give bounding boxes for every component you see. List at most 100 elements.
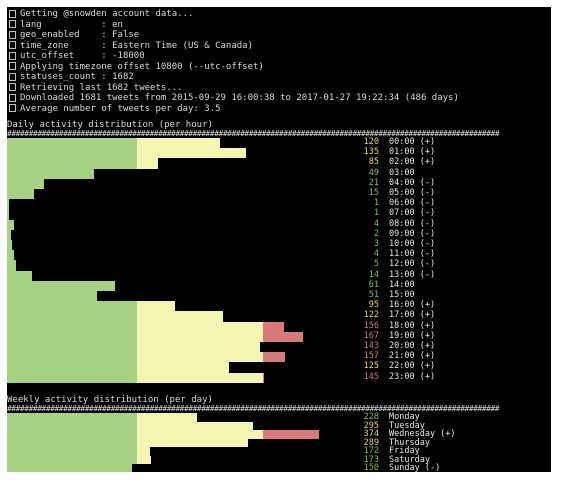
- deviation-marker: (-): [414, 188, 436, 198]
- header-line: Average number of tweets per day: 3.5: [7, 104, 220, 114]
- hour-label: 22:00: [389, 361, 415, 372]
- hourly-bar-yellow: [137, 352, 263, 363]
- hourly-count: 167: [363, 330, 379, 341]
- hourly-bar-row: [7, 250, 551, 261]
- hourly-bar-red: [263, 321, 284, 332]
- header-text: utc_offset : -18000: [20, 51, 145, 61]
- deviation-marker: (+): [414, 371, 436, 382]
- deviation-marker: (+): [414, 147, 436, 158]
- hourly-count: 125: [363, 361, 379, 372]
- hourly-bar-row: [7, 209, 551, 220]
- deviation-marker: (-): [419, 463, 441, 473]
- hourly-row-label: 95 16:00 (+): [347, 301, 435, 310]
- hourly-bar-green: [7, 342, 137, 353]
- hourly-count: 5: [373, 259, 379, 270]
- hourly-bar-red: [263, 372, 264, 383]
- hourly-bar-row: [7, 148, 551, 159]
- hourly-bar-green: [7, 291, 97, 302]
- hour-label: 14:00: [389, 279, 415, 290]
- hourly-count: 135: [363, 147, 379, 158]
- deviation-marker: (+): [414, 157, 436, 168]
- status-box-icon: [9, 9, 16, 18]
- hourly-bar-row: [7, 372, 551, 383]
- hourly-row-label: 85 02:00 (+): [347, 158, 435, 167]
- hour-label: 20:00: [389, 341, 415, 351]
- hourly-count: 85: [368, 157, 379, 168]
- hourly-bar-row: [7, 178, 551, 189]
- hourly-bar-row: [7, 311, 551, 322]
- hour-label: 17:00: [389, 310, 415, 321]
- hourly-row-label: 167 19:00 (+): [347, 330, 436, 341]
- deviation-marker: (-): [414, 269, 436, 280]
- hourly-count: 61: [368, 279, 379, 290]
- hourly-row-label: 21 04:00 (-): [347, 178, 435, 188]
- hour-label: 21:00: [389, 351, 415, 362]
- daily-separator: ########################################…: [7, 130, 500, 138]
- weekly-bar-green: [7, 413, 137, 422]
- hour-label: 08:00: [389, 218, 415, 229]
- hourly-bar-yellow: [137, 311, 223, 322]
- hour-label: 07:00: [389, 208, 415, 219]
- hour-label: 16:00: [389, 300, 415, 311]
- header-line: Applying timezone offset 10800 (--utc-of…: [7, 62, 264, 72]
- hourly-row-label: 4 11:00 (-): [347, 250, 435, 259]
- hourly-row-label: 61 14:00: [347, 279, 415, 290]
- deviation-marker: (-): [414, 198, 436, 209]
- hourly-bar-row: [7, 352, 551, 363]
- hourly-bar-green: [7, 138, 137, 149]
- hourly-row-label: 15 05:00 (-): [347, 189, 435, 198]
- hour-label: 18:00: [389, 320, 415, 331]
- header-text: Average number of tweets per day: 3.5: [20, 103, 221, 114]
- weekly-bar-green: [7, 464, 132, 472]
- hourly-count: 49: [368, 167, 379, 178]
- header-text: geo_enabled : False: [20, 30, 140, 40]
- hourly-count: 157: [363, 351, 379, 362]
- weekly-separator: ########################################…: [7, 405, 500, 413]
- header-line: time_zone : Eastern Time (US & Canada): [7, 41, 253, 51]
- hourly-bar-row: [7, 260, 551, 271]
- weekly-bar-row: [7, 421, 551, 430]
- hourly-count: 120: [363, 137, 379, 147]
- header-text: Retrieving last 1682 tweets...: [20, 82, 183, 93]
- header-line: lang : en: [7, 20, 123, 30]
- hourly-bar-green: [7, 178, 44, 189]
- weekly-bar-yellow: [137, 455, 151, 464]
- deviation-marker: (-): [414, 228, 436, 239]
- weekly-bar-row: [7, 430, 551, 439]
- hourly-bar-row: [7, 219, 551, 230]
- hourly-bar-row: [7, 229, 551, 240]
- status-box-icon: [9, 62, 16, 70]
- deviation-marker: (-): [414, 259, 436, 270]
- hourly-bar-green: [7, 321, 137, 332]
- weekly-title: Weekly activity distribution (per day): [7, 395, 213, 405]
- hourly-row-label: 1 06:00 (-): [347, 199, 435, 208]
- hourly-bar-green: [7, 270, 32, 281]
- hourly-bar-green: [7, 189, 34, 200]
- hourly-bar-row: [7, 362, 551, 373]
- hourly-bar-green: [7, 168, 94, 179]
- hourly-bar-row: [7, 138, 551, 149]
- hourly-row-label: 14 13:00 (-): [347, 269, 436, 280]
- hourly-bar-green: [7, 209, 9, 220]
- header-line: geo_enabled : False: [7, 30, 139, 40]
- hourly-bar-green: [7, 311, 137, 322]
- hourly-row-label: 2 09:00 (-): [347, 228, 436, 239]
- hourly-bar-row: [7, 240, 551, 251]
- hourly-bar-green: [7, 301, 137, 312]
- hourly-count: 143: [363, 341, 379, 351]
- hour-label: 00:00: [389, 137, 415, 147]
- deviation-marker: (+): [414, 310, 436, 321]
- deviation-marker: (+): [414, 330, 436, 341]
- hourly-row-label: 156 18:00 (+): [347, 320, 435, 331]
- weekly-bar-green: [7, 421, 137, 430]
- weekly-bar-yellow: [137, 413, 197, 422]
- weekly-bar-row: [7, 413, 551, 422]
- weekly-bar-yellow: [137, 438, 248, 447]
- hourly-row-label: 125 22:00 (+): [347, 362, 435, 371]
- deviation-marker: (-): [414, 208, 436, 219]
- hourly-bar-green: [7, 250, 14, 261]
- status-box-icon: [9, 20, 16, 28]
- hourly-count: 145: [363, 371, 379, 382]
- hour-label: 12:00: [389, 259, 415, 270]
- weekly-bar-yellow: [137, 430, 263, 439]
